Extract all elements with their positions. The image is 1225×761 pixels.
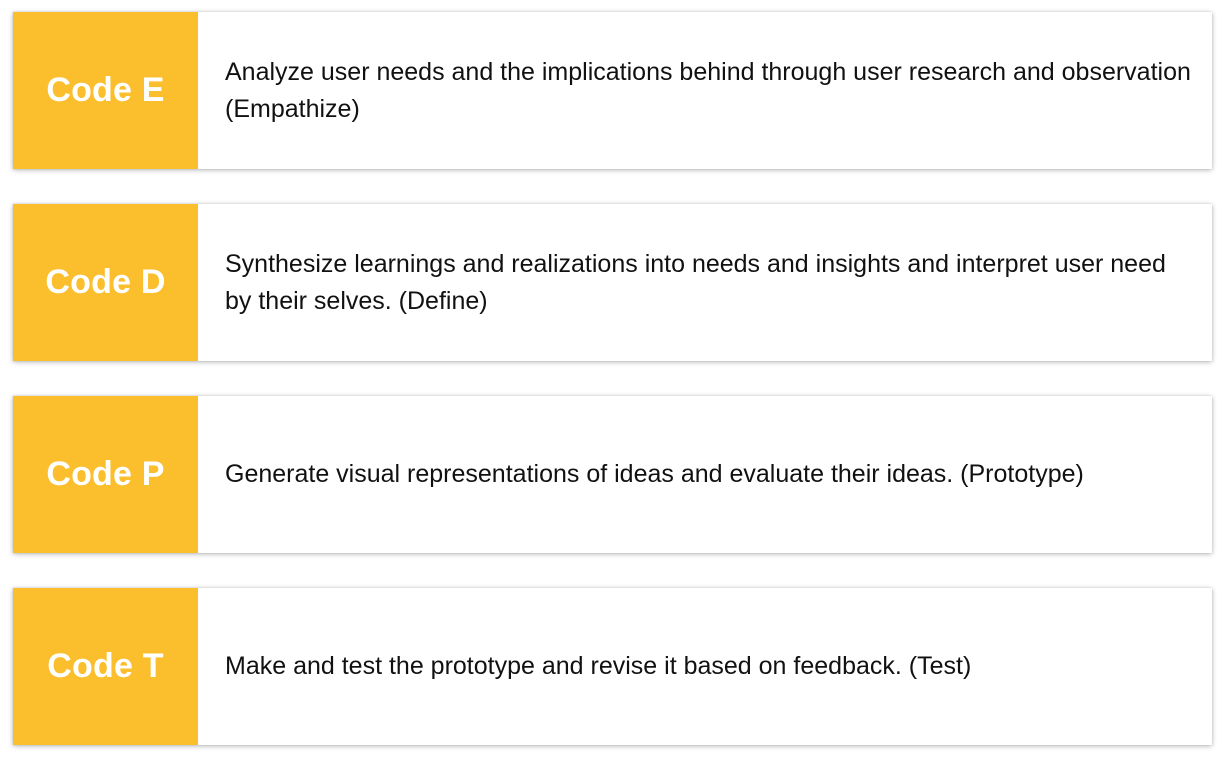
code-description: Analyze user needs and the implications …: [225, 57, 1191, 123]
code-card-define: Code D Synthesize learnings and realizat…: [13, 204, 1212, 361]
code-card-prototype: Code P Generate visual representations o…: [13, 396, 1212, 553]
code-card-list: Code E Analyze user needs and the implic…: [13, 12, 1212, 745]
code-label: Code E: [46, 71, 165, 109]
code-label: Code P: [46, 455, 165, 493]
code-description: Make and test the prototype and revise i…: [225, 652, 972, 680]
code-label: Code T: [47, 647, 164, 685]
code-description: Synthesize learnings and realizations in…: [225, 249, 1166, 315]
code-badge: Code D: [13, 204, 198, 361]
code-badge: Code T: [13, 588, 198, 745]
code-badge: Code P: [13, 396, 198, 553]
code-card-test: Code T Make and test the prototype and r…: [13, 588, 1212, 745]
code-description-box: Make and test the prototype and revise i…: [198, 588, 1212, 745]
code-badge: Code E: [13, 12, 198, 169]
code-description-box: Analyze user needs and the implications …: [198, 12, 1212, 169]
code-description-box: Generate visual representations of ideas…: [198, 396, 1212, 553]
code-label: Code D: [45, 263, 166, 301]
code-description: Generate visual representations of ideas…: [225, 460, 1084, 488]
code-description-box: Synthesize learnings and realizations in…: [198, 204, 1212, 361]
code-card-empathize: Code E Analyze user needs and the implic…: [13, 12, 1212, 169]
